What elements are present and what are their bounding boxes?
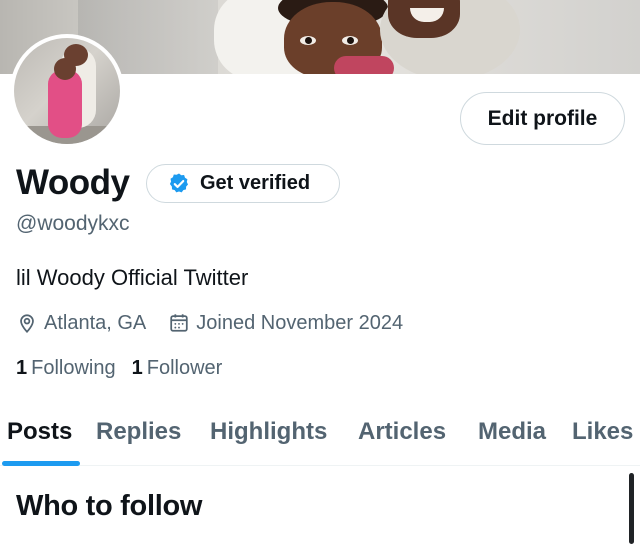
followers-count: 1 [131,357,143,379]
profile-bio: lil Woody Official Twitter [16,265,249,290]
display-name: Woody [16,163,130,202]
who-to-follow-heading: Who to follow [16,490,203,522]
following-label: Following [31,357,116,379]
location-pin-icon [20,314,34,333]
location-item: Atlanta, GA [16,312,146,335]
tab-likes[interactable]: Likes [572,418,633,446]
active-tab-indicator [2,461,80,466]
followers-link[interactable]: 1 Follower [132,357,223,380]
profile-meta: Atlanta, GA Joined November 2024 [16,310,403,336]
tab-posts[interactable]: Posts [7,418,72,446]
avatar-photo [14,38,120,144]
scrollbar[interactable] [629,473,634,544]
profile-tabs: Posts Replies Highlights Articles Media … [0,400,640,466]
joined-item: Joined November 2024 [168,312,403,335]
tab-articles[interactable]: Articles [358,418,446,446]
verified-badge-icon [169,173,188,192]
username-handle: @woodykxc [16,212,130,235]
location-text: Atlanta, GA [44,311,147,334]
tab-highlights[interactable]: Highlights [210,418,327,446]
following-count: 1 [16,357,28,379]
calendar-icon [170,314,188,332]
follow-stats: 1 Following 1 Follower [16,357,222,380]
tab-replies[interactable]: Replies [96,418,181,446]
get-verified-label: Get verified [200,172,311,194]
followers-label: Follower [146,357,223,379]
joined-date-text: Joined November 2024 [196,311,404,334]
following-link[interactable]: 1 Following [16,357,116,380]
edit-profile-button[interactable]: Edit profile [460,92,625,145]
tab-media[interactable]: Media [478,418,546,446]
get-verified-button[interactable]: Get verified [146,164,340,203]
avatar[interactable] [10,34,124,148]
profile-page: Edit profile Woody Get verified @woodykx… [0,0,640,544]
